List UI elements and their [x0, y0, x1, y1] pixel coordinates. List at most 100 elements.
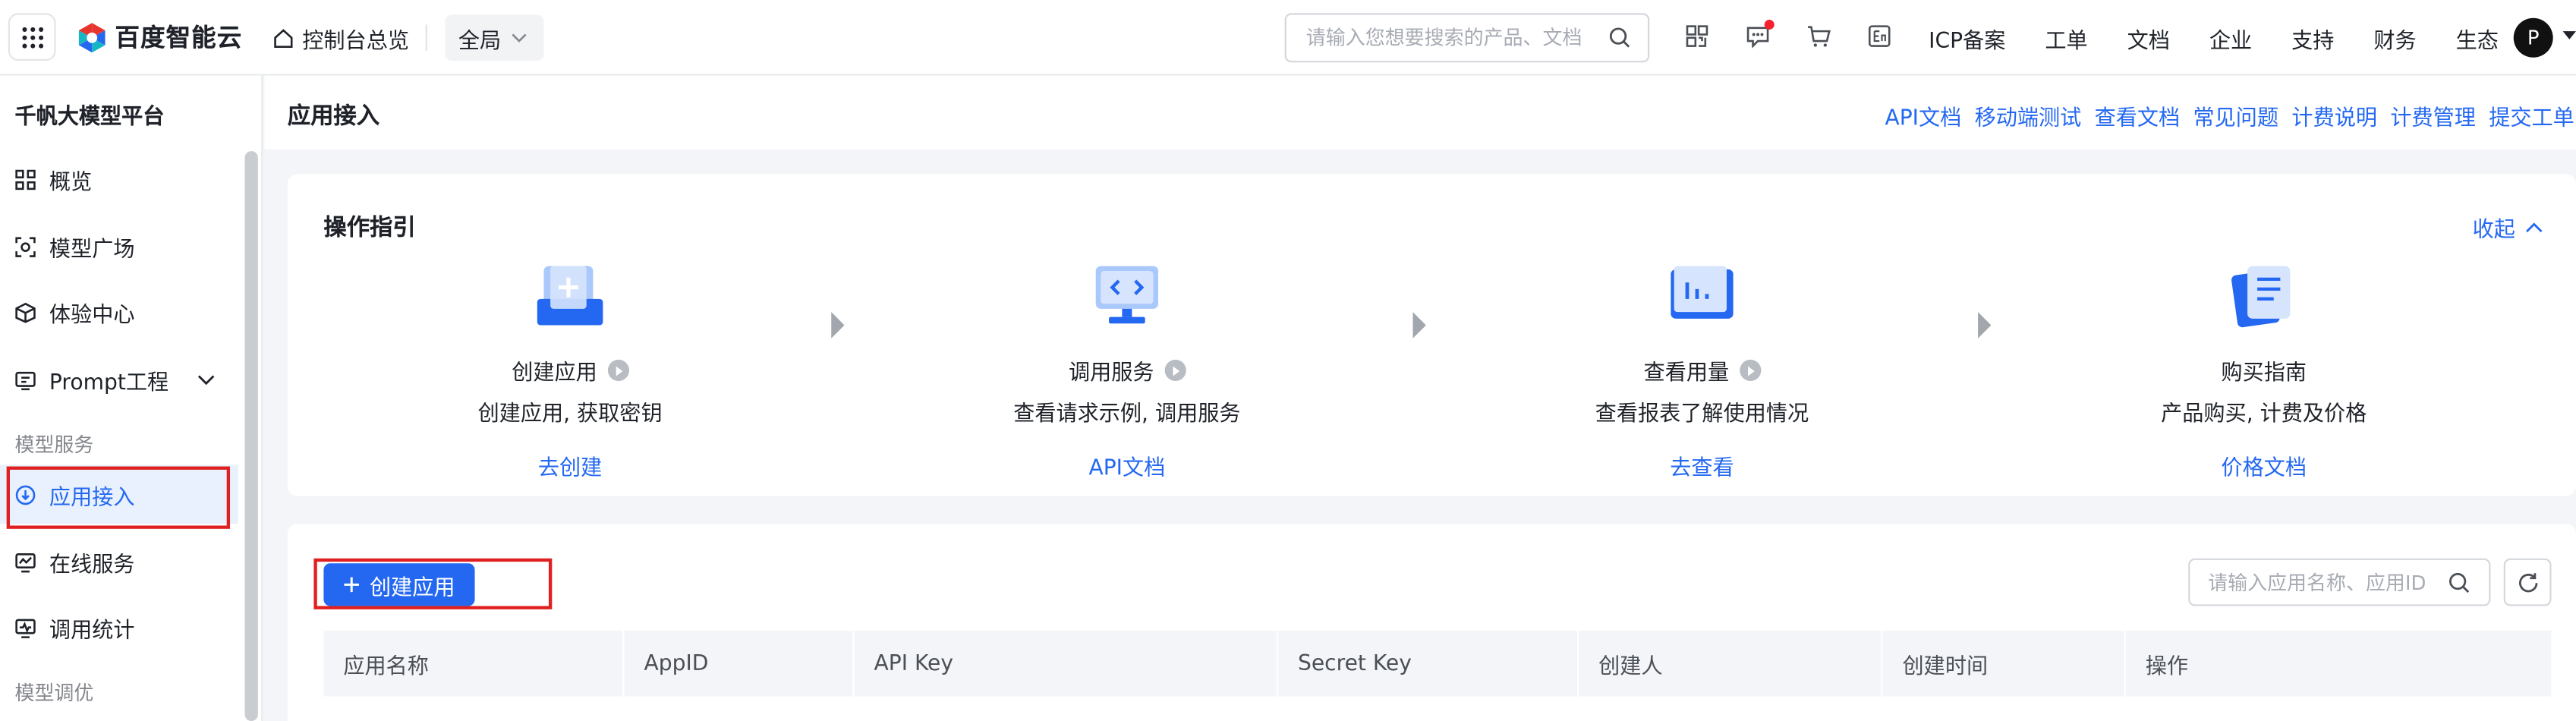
nav-support[interactable]: 支持: [2291, 23, 2334, 54]
step-link-price-docs[interactable]: 价格文档: [2091, 450, 2436, 481]
platform-title: 千帆大模型平台: [14, 105, 165, 130]
step-title: 查看用量: [1643, 361, 1730, 386]
topbar-icon-group: [1684, 19, 1893, 49]
topbar-divider: [425, 24, 427, 52]
search-icon[interactable]: [2448, 571, 2471, 594]
link-billing-manage[interactable]: 计费管理: [2390, 100, 2476, 131]
link-view-docs[interactable]: 查看文档: [2095, 100, 2181, 131]
search-icon[interactable]: [1608, 27, 1631, 49]
header-links: API文档 移动端测试 查看文档 常见问题 计费说明 计费管理 提交工单: [1885, 100, 2574, 131]
link-billing-info[interactable]: 计费说明: [2291, 100, 2377, 131]
console-overview-link[interactable]: 控制台总览: [272, 23, 409, 54]
page-header: 应用接入 API文档 移动端测试 查看文档 常见问题 计费说明 计费管理 提交工…: [264, 75, 2576, 150]
app-search-input[interactable]: [2208, 570, 2425, 594]
guide-step-view-usage: 查看用量 查看报表了解使用情况 去查看: [1529, 257, 1875, 481]
operation-guide-card: 操作指引 收起 创建应用 创建应用, 获取密钥 去创建 调用服务 查看请求示例,…: [287, 174, 2576, 496]
step-link-create[interactable]: 去创建: [398, 450, 743, 481]
chevron-up-icon: [2526, 222, 2543, 233]
chevron-down-icon[interactable]: [197, 373, 216, 385]
global-search-input[interactable]: [1305, 26, 1582, 49]
nav-finance[interactable]: 财务: [2373, 23, 2416, 54]
collapse-label: 收起: [2472, 218, 2515, 244]
column-secret-key: Secret Key: [1278, 630, 1579, 697]
user-avatar[interactable]: P: [2513, 17, 2553, 58]
sidebar: 千帆大模型平台 概览 模型广场 体验中心 Prompt工程 模型服务 应用接入 …: [0, 75, 263, 721]
global-search[interactable]: [1284, 13, 1650, 63]
sidebar-item-label: 在线服务: [49, 553, 135, 578]
sidebar-item-label: 概览: [49, 169, 93, 195]
chevron-right-icon: [831, 312, 845, 338]
cart-icon[interactable]: [1806, 23, 1832, 49]
play-video-icon[interactable]: [1164, 359, 1186, 382]
nav-ticket[interactable]: 工单: [2045, 23, 2087, 54]
baidu-cloud-logo-icon: [78, 22, 105, 52]
column-app-name: 应用名称: [323, 630, 625, 697]
sidebar-item-model-square[interactable]: 模型广场: [0, 217, 238, 276]
cube-icon: [15, 301, 36, 323]
grid-icon: [15, 168, 36, 190]
collapse-button[interactable]: 收起: [2473, 212, 2543, 243]
create-app-icon: [537, 266, 603, 326]
play-video-icon[interactable]: [606, 359, 628, 382]
prompt-icon: [15, 370, 36, 390]
column-actions: 操作: [2145, 654, 2189, 679]
guide-title: 操作指引: [323, 215, 416, 242]
refresh-icon: [2518, 572, 2537, 592]
caret-down-icon[interactable]: [2562, 31, 2576, 39]
message-icon[interactable]: [1745, 19, 1775, 49]
chevron-down-icon: [512, 33, 527, 43]
product-menu-button[interactable]: [8, 13, 56, 61]
region-select[interactable]: 全局: [445, 14, 544, 61]
column-app-id: AppID: [625, 630, 855, 697]
notification-dot: [1764, 19, 1775, 30]
section-model-service: 模型服务: [14, 433, 94, 457]
step-desc: 产品购买, 计费及价格: [2161, 402, 2367, 427]
step-desc: 查看报表了解使用情况: [1595, 402, 1809, 427]
step-link-view[interactable]: 去查看: [1529, 450, 1875, 481]
top-bar: 百度智能云 控制台总览 全局 请输入您想要搜索的产品、文档 ICP备案 工单 文…: [0, 0, 2576, 76]
link-mobile-test[interactable]: 移动端测试: [1975, 100, 2082, 131]
sidebar-item-experience[interactable]: 体验中心: [0, 282, 238, 342]
usage-icon: [1671, 266, 1734, 319]
console-overview-label: 控制台总览: [302, 29, 410, 55]
language-icon[interactable]: [1866, 23, 1893, 49]
sidebar-item-call-stats[interactable]: 调用统计: [0, 598, 238, 657]
sidebar-item-online-service[interactable]: 在线服务: [0, 532, 238, 591]
qr-code-icon[interactable]: [1684, 23, 1711, 49]
guide-step-create-app: 创建应用 创建应用, 获取密钥 去创建: [398, 257, 743, 481]
refresh-button[interactable]: [2503, 558, 2552, 606]
link-submit-ticket[interactable]: 提交工单: [2489, 100, 2574, 131]
apps-card: 创建应用 应用名称 AppID API Key Secret Key 创建人 创…: [287, 524, 2576, 721]
guide-step-call-service: 调用服务 查看请求示例, 调用服务 API文档: [955, 257, 1300, 481]
column-created-time: 创建时间: [1883, 630, 2126, 697]
highlight-box: [6, 466, 231, 529]
app-search[interactable]: [2188, 558, 2491, 606]
sidebar-item-label: Prompt工程: [49, 370, 169, 395]
step-link-api-docs[interactable]: API文档: [955, 450, 1300, 481]
link-faq[interactable]: 常见问题: [2193, 100, 2279, 131]
top-nav: ICP备案 工单 文档 企业 支持 财务 生态: [1929, 23, 2499, 54]
link-api-docs[interactable]: API文档: [1885, 100, 1961, 131]
nav-docs[interactable]: 文档: [2127, 23, 2170, 54]
highlight-box: [313, 558, 553, 609]
step-desc: 创建应用, 获取密钥: [477, 402, 663, 427]
nav-enterprise[interactable]: 企业: [2209, 23, 2252, 54]
sidebar-item-label: 模型广场: [49, 237, 135, 263]
nav-ecosystem[interactable]: 生态: [2456, 23, 2499, 54]
brand-logo[interactable]: 百度智能云: [76, 20, 243, 54]
sidebar-item-prompt[interactable]: Prompt工程: [0, 350, 238, 409]
home-icon: [274, 29, 293, 48]
sidebar-item-overview[interactable]: 概览: [0, 150, 238, 209]
play-video-icon[interactable]: [1739, 359, 1761, 382]
online-service-icon: [15, 552, 36, 572]
sidebar-item-label: 体验中心: [49, 303, 135, 328]
section-model-tuning: 模型调优: [14, 682, 94, 705]
step-title: 创建应用: [512, 361, 597, 386]
model-square-icon: [15, 236, 36, 257]
guide-step-buy-guide: 购买指南 产品购买, 计费及价格 价格文档: [2091, 257, 2436, 481]
sidebar-item-label: 调用统计: [49, 618, 135, 644]
column-api-key: API Key: [855, 630, 1279, 697]
column-creator: 创建人: [1579, 630, 1883, 697]
nav-icp[interactable]: ICP备案: [1929, 23, 2005, 54]
sidebar-scrollbar[interactable]: [244, 151, 258, 721]
